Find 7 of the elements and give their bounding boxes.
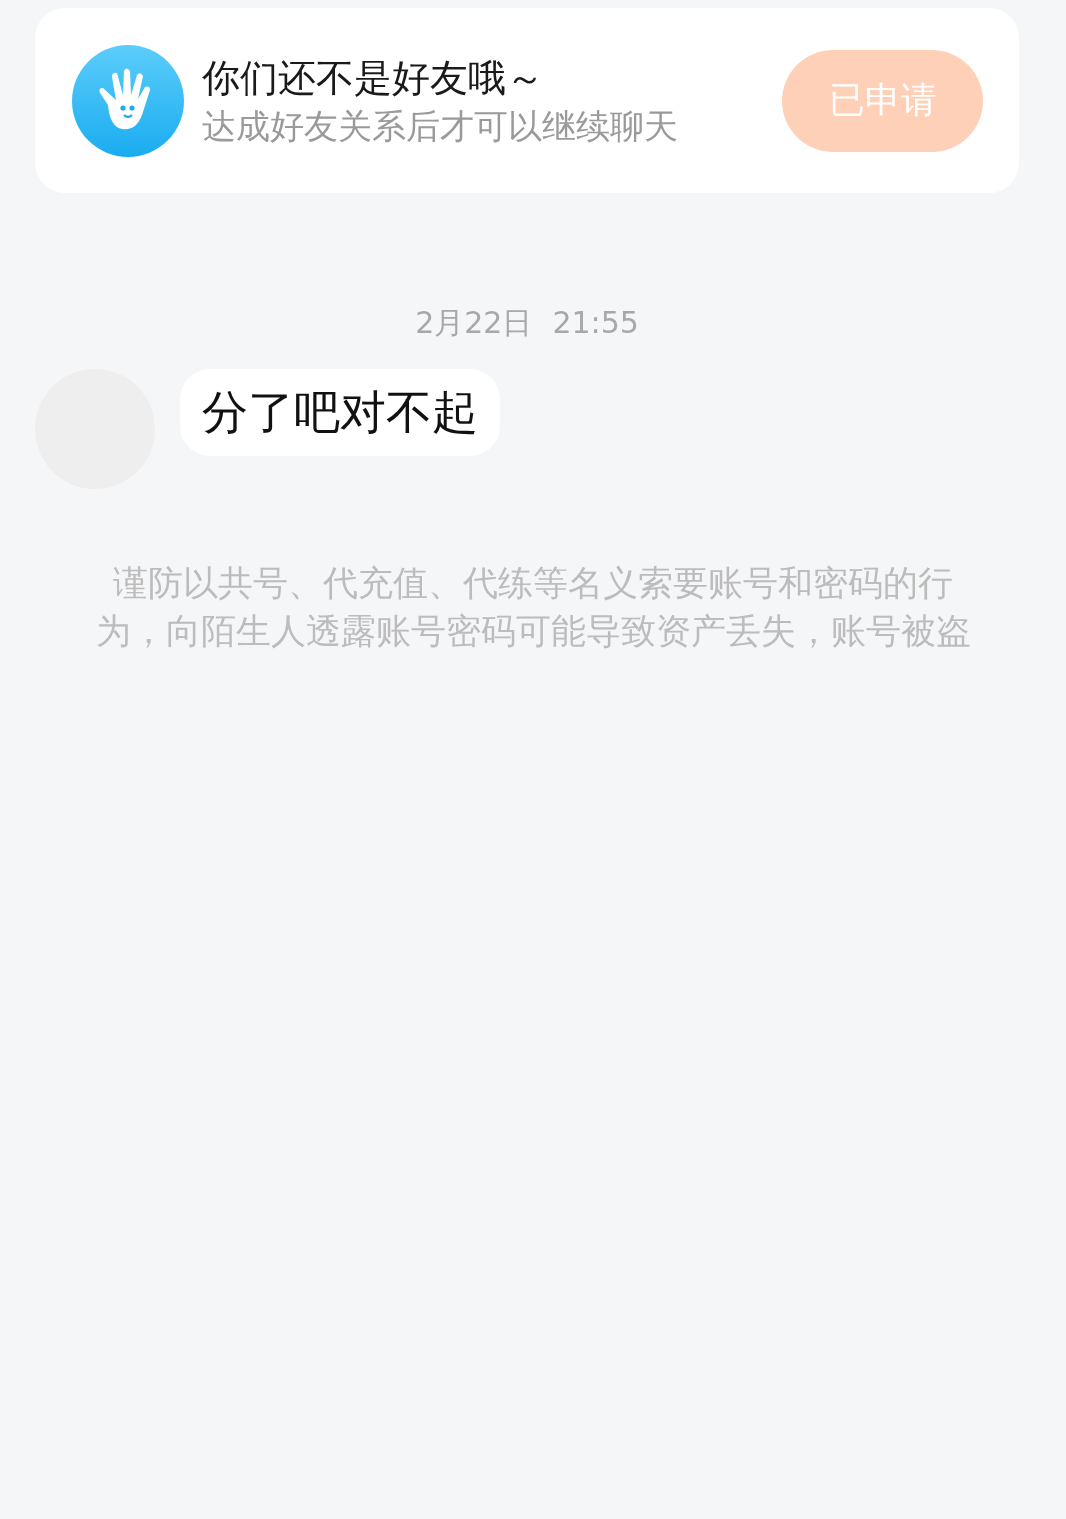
message-time: 21:55 [552, 304, 639, 342]
security-notice: 谨防以共号、代充值、代练等名义索要账号和密码的行 为，向陌生人透露账号密码可能导致资产丢失，账号被盗 [94, 562, 972, 653]
message-date: 2月22日 [415, 304, 533, 342]
banner-subtitle: 达成好友关系后才可以继续聊天 [202, 104, 679, 147]
banner-title: 你们还不是好友哦～ [202, 54, 545, 101]
hand-icon [72, 44, 184, 157]
message-bubble: 分了吧对不起 [180, 369, 500, 456]
